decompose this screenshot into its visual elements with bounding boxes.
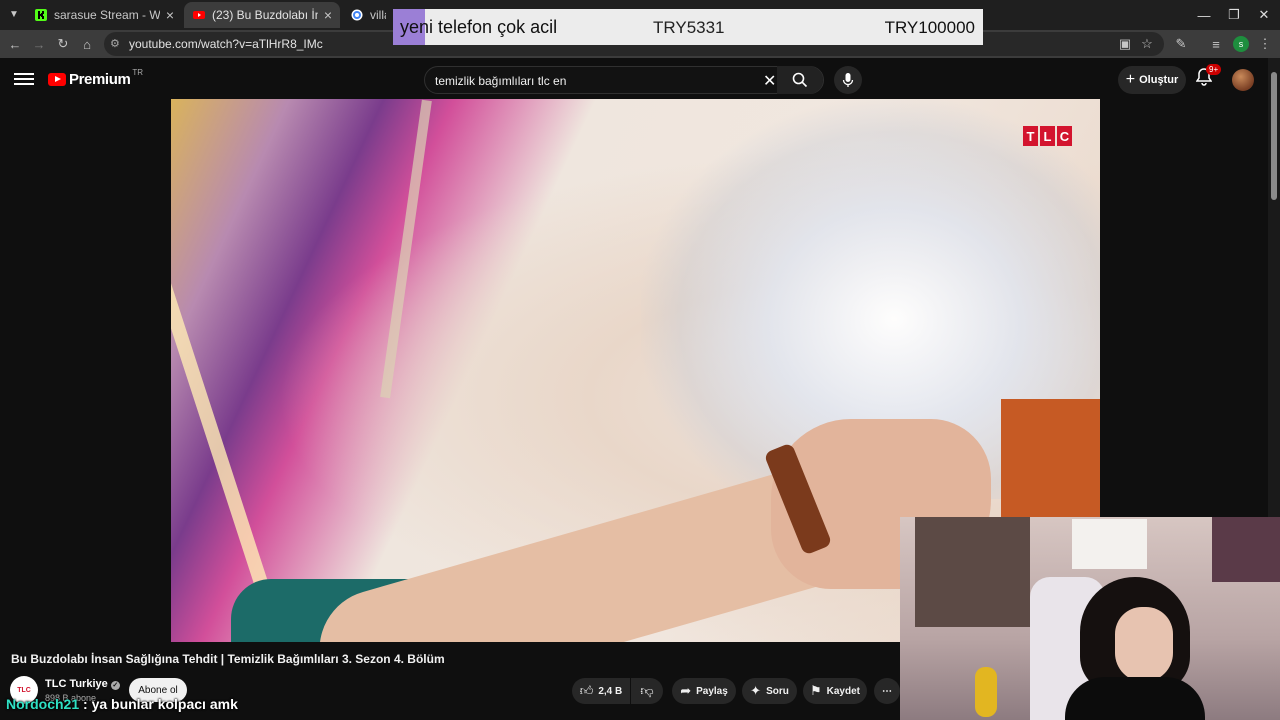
- site-info-icon[interactable]: ⚙: [110, 37, 124, 51]
- dislike-button[interactable]: 👎︎: [631, 678, 663, 704]
- share-arrow-icon: ➦: [680, 683, 692, 698]
- share-label: Paylaş: [696, 685, 728, 697]
- watermark-letter: L: [1040, 126, 1055, 146]
- tab-close-icon[interactable]: ×: [324, 7, 332, 23]
- google-icon: [350, 8, 364, 22]
- more-actions-button[interactable]: ⋯: [874, 678, 900, 704]
- video-title: Bu Buzdolabı İnsan Sağlığına Tehdit | Te…: [11, 652, 445, 666]
- youtube-play-icon: [48, 73, 66, 86]
- donation-alert: yeni telefon çok acil TRY5331 TRY100000: [393, 9, 983, 45]
- tab-title: sarasue Stream - Watch Live on: [54, 8, 160, 22]
- streamer: [1060, 577, 1210, 720]
- bookmark-icon: ⚑: [809, 683, 822, 698]
- menu-icon[interactable]: [14, 70, 34, 88]
- scrollbar-thumb[interactable]: [1271, 72, 1277, 200]
- chat-username: Nordoch21: [6, 696, 80, 712]
- browser-profile-avatar[interactable]: s: [1233, 36, 1249, 52]
- video-frame-detail: [171, 149, 282, 629]
- notification-badge: 9+: [1206, 64, 1222, 75]
- plus-icon: +: [1125, 71, 1136, 88]
- minimize-icon[interactable]: —: [1188, 0, 1220, 30]
- clear-search-icon[interactable]: ✕: [763, 71, 776, 91]
- notifications-button[interactable]: 9+: [1195, 64, 1222, 88]
- logo-text: Premium: [69, 71, 131, 88]
- create-label: Oluştur: [1139, 74, 1179, 86]
- reading-list-icon[interactable]: ≡: [1205, 33, 1227, 55]
- tab-close-icon[interactable]: ×: [166, 7, 174, 23]
- like-button[interactable]: 👍︎ 2,4 B: [572, 678, 630, 704]
- webcam-background: [1212, 517, 1280, 582]
- streamer-face: [1115, 607, 1173, 682]
- donation-goal: TRY100000: [884, 18, 975, 37]
- chat-message: Nordoch21 : ya bunlar kolpacı amk: [6, 696, 238, 712]
- url-text: youtube.com/watch?v=aTlHrR8_IMc: [129, 37, 323, 51]
- watermark-letter: C: [1057, 126, 1072, 146]
- youtube-logo[interactable]: Premium TR: [48, 68, 144, 88]
- video-frame-detail: [380, 99, 432, 399]
- tlc-watermark: T L C: [1023, 126, 1072, 146]
- browser-tab-active[interactable]: (23) Bu Buzdolabı İnsan Sağlığı ×: [184, 2, 340, 28]
- ask-button[interactable]: ✦ Soru: [742, 678, 797, 704]
- thumbs-down-icon: 👎︎: [640, 683, 654, 698]
- browser-tab[interactable]: village: [342, 2, 394, 28]
- tab-title: village: [370, 8, 386, 22]
- cast-icon[interactable]: ▣: [1114, 33, 1136, 55]
- browser-menu-icon[interactable]: ⋮: [1254, 33, 1276, 55]
- search-bar[interactable]: temizlik bağımlıları tlc en ✕: [424, 66, 824, 94]
- home-icon[interactable]: ⌂: [76, 33, 98, 55]
- kick-icon: [34, 8, 48, 22]
- bookmark-star-icon[interactable]: ☆: [1136, 33, 1158, 55]
- search-icon: [792, 72, 808, 88]
- account-avatar[interactable]: [1232, 69, 1254, 91]
- forward-icon[interactable]: →: [28, 33, 50, 55]
- thumbs-up-icon: 👍︎: [579, 683, 594, 698]
- search-button[interactable]: [777, 66, 823, 94]
- back-icon[interactable]: ←: [4, 33, 26, 55]
- verified-icon: ✓: [110, 681, 120, 690]
- webcam-background: [1072, 519, 1147, 569]
- more-icon: ⋯: [882, 685, 892, 697]
- webcam-background: [915, 517, 1030, 627]
- youtube-icon: [192, 8, 206, 22]
- youtube-header: Premium TR temizlik bağımlıları tlc en ✕…: [0, 58, 1268, 100]
- search-input[interactable]: temizlik bağımlıları tlc en: [435, 74, 566, 88]
- microphone-icon: [842, 73, 854, 87]
- tab-title: (23) Bu Buzdolabı İnsan Sağlığı: [212, 8, 318, 22]
- logo-country: TR: [132, 68, 144, 77]
- channel-name[interactable]: TLC Turkiye ✓: [45, 678, 120, 690]
- chevron-down-icon: ▼: [9, 8, 19, 20]
- browser-tab[interactable]: sarasue Stream - Watch Live on ×: [26, 2, 182, 28]
- streamer-webcam: [900, 517, 1280, 720]
- restore-icon[interactable]: ❐: [1218, 0, 1250, 30]
- close-window-icon[interactable]: ✕: [1248, 0, 1280, 30]
- save-label: Kaydet: [826, 685, 860, 697]
- share-button[interactable]: ➦ Paylaş: [672, 678, 736, 704]
- save-button[interactable]: ⚑ Kaydet: [803, 678, 867, 704]
- extensions-icon[interactable]: ✎: [1170, 33, 1192, 55]
- watermark-letter: T: [1023, 126, 1038, 146]
- voice-search-button[interactable]: [834, 66, 862, 94]
- channel-name-text: TLC Turkiye: [45, 678, 108, 690]
- chat-text: : ya bunlar kolpacı amk: [83, 696, 238, 712]
- create-button[interactable]: + Oluştur: [1118, 66, 1186, 94]
- reload-icon[interactable]: ↻: [52, 33, 74, 55]
- donation-message: yeni telefon çok acil: [400, 17, 558, 37]
- tab-search-button[interactable]: ▼: [4, 4, 24, 24]
- webcam-object: [975, 667, 997, 717]
- streamer-body: [1065, 677, 1205, 720]
- like-count: 2,4 B: [598, 685, 623, 697]
- ask-label: Soru: [766, 685, 789, 697]
- sparkle-icon: ✦: [750, 683, 762, 698]
- donation-amount: TRY5331: [653, 18, 725, 37]
